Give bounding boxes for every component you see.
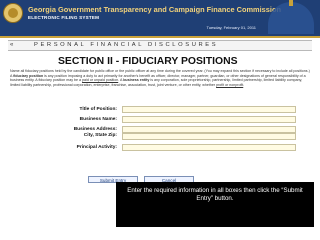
business-address-label: Business Address:: [73, 127, 117, 132]
form-row-activity: Principal Activity:: [30, 144, 302, 153]
section-nav-bar: « PERSONAL FINANCIAL DISCLOSURES: [8, 40, 312, 51]
state-seal-icon: [3, 3, 23, 23]
city-state-zip-input[interactable]: [122, 133, 296, 140]
principal-activity-label: Principal Activity:: [76, 145, 117, 150]
term-fiduciary-position: fiduciary position: [13, 73, 44, 78]
seal-center: [8, 8, 18, 18]
business-address-input[interactable]: [122, 126, 296, 133]
back-arrow-icon[interactable]: «: [10, 42, 13, 48]
instruction-callout: Enter the required information in all bo…: [116, 182, 314, 227]
business-name-input[interactable]: [122, 116, 296, 123]
form-row-title: Title of Position:: [30, 106, 302, 115]
city-state-zip-label: City, State Zip:: [83, 133, 117, 138]
principal-activity-input[interactable]: [122, 144, 296, 151]
nav-title: PERSONAL FINANCIAL DISCLOSURES: [34, 42, 219, 48]
instructions-part: .: [243, 82, 245, 87]
page-title: SECTION II - FIDUCIARY POSITIONS: [58, 56, 238, 67]
business-name-label: Business Name:: [79, 117, 117, 122]
capitol-dome-icon: [268, 2, 314, 34]
title-label: Title of Position:: [79, 107, 118, 112]
term-business-entity: business entity: [123, 78, 150, 83]
callout-text: Enter the required information in all bo…: [127, 187, 303, 202]
site-subtitle: ELECTRONIC FILING SYSTEM: [28, 15, 100, 20]
title-input[interactable]: [122, 106, 296, 113]
site-header: Georgia Government Transparency and Camp…: [0, 0, 320, 38]
form-row-business: Business Name:: [30, 116, 302, 125]
site-title: Georgia Government Transparency and Camp…: [28, 5, 281, 14]
term-paid-or-unpaid: paid or unpaid position: [82, 78, 119, 83]
current-date: Tuesday, February 01, 2011: [206, 25, 256, 30]
term-profit-or-nonprofit: profit or nonprofit: [216, 82, 244, 87]
instructions-text: Name all fiduciary positions held by the…: [10, 69, 310, 87]
capitol-dome-spire: [289, 0, 293, 6]
form-row-address: Business Address: City, State Zip:: [30, 126, 302, 142]
